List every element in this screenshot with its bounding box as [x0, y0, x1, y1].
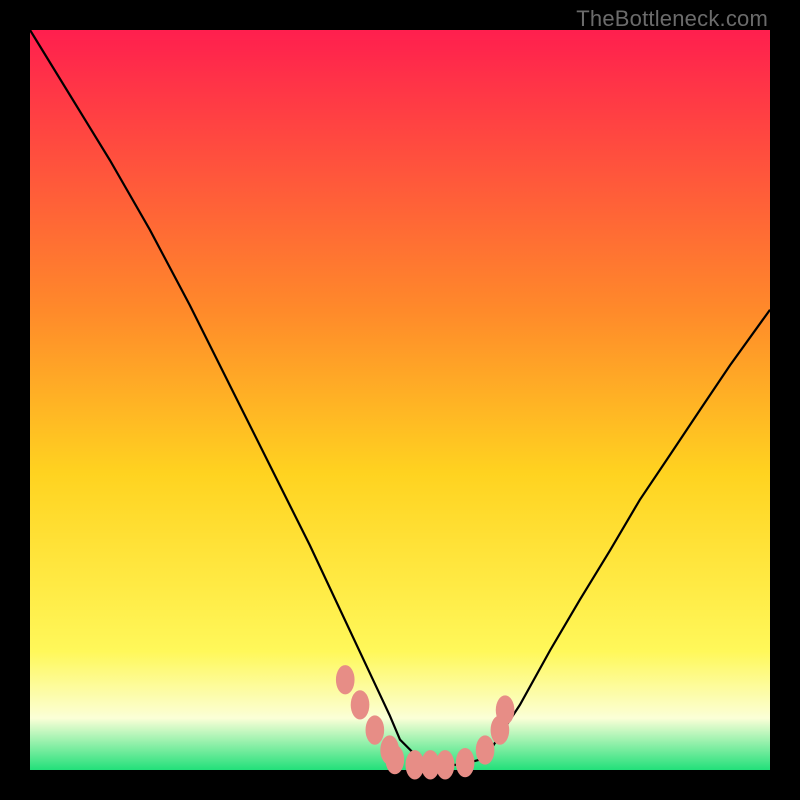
curve-marker	[336, 665, 355, 694]
chart-overlay	[30, 30, 770, 770]
curve-marker	[351, 690, 370, 719]
curve-marker	[476, 735, 495, 764]
curve-marker	[366, 715, 385, 744]
curve-markers	[336, 665, 514, 779]
watermark-label: TheBottleneck.com	[576, 6, 768, 32]
curve-marker	[386, 745, 405, 774]
curve-marker	[436, 750, 455, 779]
curve-marker	[496, 695, 515, 724]
curve-marker	[456, 748, 475, 777]
chart-frame	[30, 30, 770, 770]
bottleneck-curve	[30, 30, 770, 765]
